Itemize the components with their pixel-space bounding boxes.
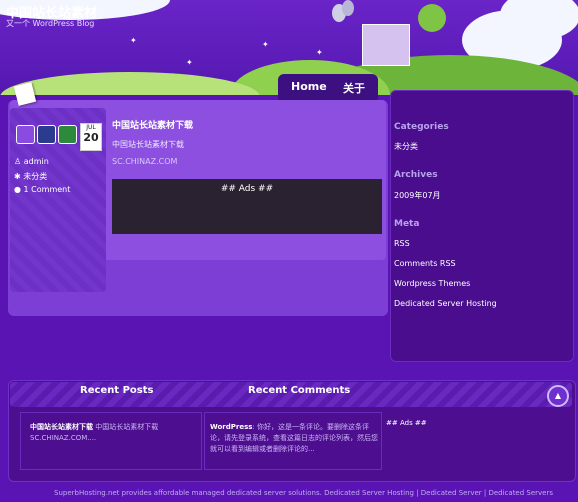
- post-link[interactable]: SC.CHINAZ.COM: [112, 157, 177, 166]
- star-decoration: ✦: [262, 40, 269, 49]
- comment-author: WordPress: [210, 423, 253, 431]
- site-tagline: 又一个 WordPress Blog: [6, 19, 95, 28]
- recent-comments-heading: Recent Comments: [248, 385, 351, 396]
- recent-comment-item[interactable]: WordPress: 你好，这是一条评论。要删除这条评论，请先登录系统，查看这篇…: [210, 422, 378, 455]
- sidebar-item-category[interactable]: 未分类: [394, 141, 418, 152]
- recent-post-item[interactable]: 中国站长站素材下载 中国站长站素材下载 SC.CHINAZ.COM....: [30, 422, 200, 444]
- post-category[interactable]: ✱ 未分类: [14, 171, 47, 182]
- calendar-day: 20: [83, 131, 99, 144]
- recent-post-link: SC.CHINAZ.COM....: [30, 434, 97, 442]
- user-icon: ♙: [14, 157, 22, 166]
- main-nav: Home 关于: [278, 74, 378, 101]
- recent-post-title: 中国站长站素材下载: [30, 423, 93, 431]
- nav-item-about[interactable]: 关于: [343, 80, 365, 96]
- sidebar-item-dedicated-hosting[interactable]: Dedicated Server Hosting: [394, 299, 497, 308]
- sidebar-item-wordpress-themes[interactable]: Wordpress Themes: [394, 279, 470, 288]
- archives-heading: Archives: [394, 170, 438, 180]
- star-decoration: ✦: [316, 48, 323, 57]
- sidebar-item-rss[interactable]: RSS: [394, 239, 410, 248]
- post-comments-label: 1 Comment: [23, 185, 71, 194]
- star-decoration: ✦: [186, 58, 193, 67]
- tree-illustration: [418, 4, 446, 32]
- recent-posts-heading: Recent Posts: [80, 385, 154, 396]
- share-icon[interactable]: [58, 125, 77, 144]
- post-category-label: 未分类: [23, 172, 48, 181]
- post-author-label: admin: [23, 157, 49, 166]
- balloon-illustration: [342, 0, 354, 16]
- tag-icon: ✱: [14, 172, 21, 181]
- calendar-icon: JUL 20: [80, 123, 102, 151]
- hill-decoration: [0, 72, 260, 95]
- post-excerpt: 中国站长站素材下载: [112, 140, 184, 149]
- house-illustration: [362, 24, 410, 66]
- star-decoration: ✦: [130, 36, 137, 45]
- calendar-month: JUL: [86, 124, 96, 131]
- sidebar-item-archive[interactable]: 2009年07月: [394, 190, 441, 201]
- post-comments-link[interactable]: ● 1 Comment: [14, 185, 70, 194]
- meta-heading: Meta: [394, 219, 420, 229]
- sidebar-item-comments-rss[interactable]: Comments RSS: [394, 259, 456, 268]
- post-author[interactable]: ♙ admin: [14, 157, 49, 166]
- post-title[interactable]: 中国站长站素材下载: [112, 118, 193, 131]
- nav-item-home[interactable]: Home: [291, 80, 327, 93]
- categories-heading: Categories: [394, 122, 449, 132]
- recent-post-excerpt: 中国站长站素材下载: [95, 423, 159, 431]
- add-icon[interactable]: [16, 125, 35, 144]
- ads-box: ## Ads ##: [112, 179, 382, 234]
- scroll-top-icon[interactable]: ▲: [547, 385, 569, 407]
- footer-credit[interactable]: SuperbHosting.net provides affordable ma…: [54, 489, 553, 497]
- delicious-icon[interactable]: [37, 125, 56, 144]
- comment-icon: ●: [14, 185, 21, 194]
- footer-ads: ## Ads ##: [386, 419, 427, 427]
